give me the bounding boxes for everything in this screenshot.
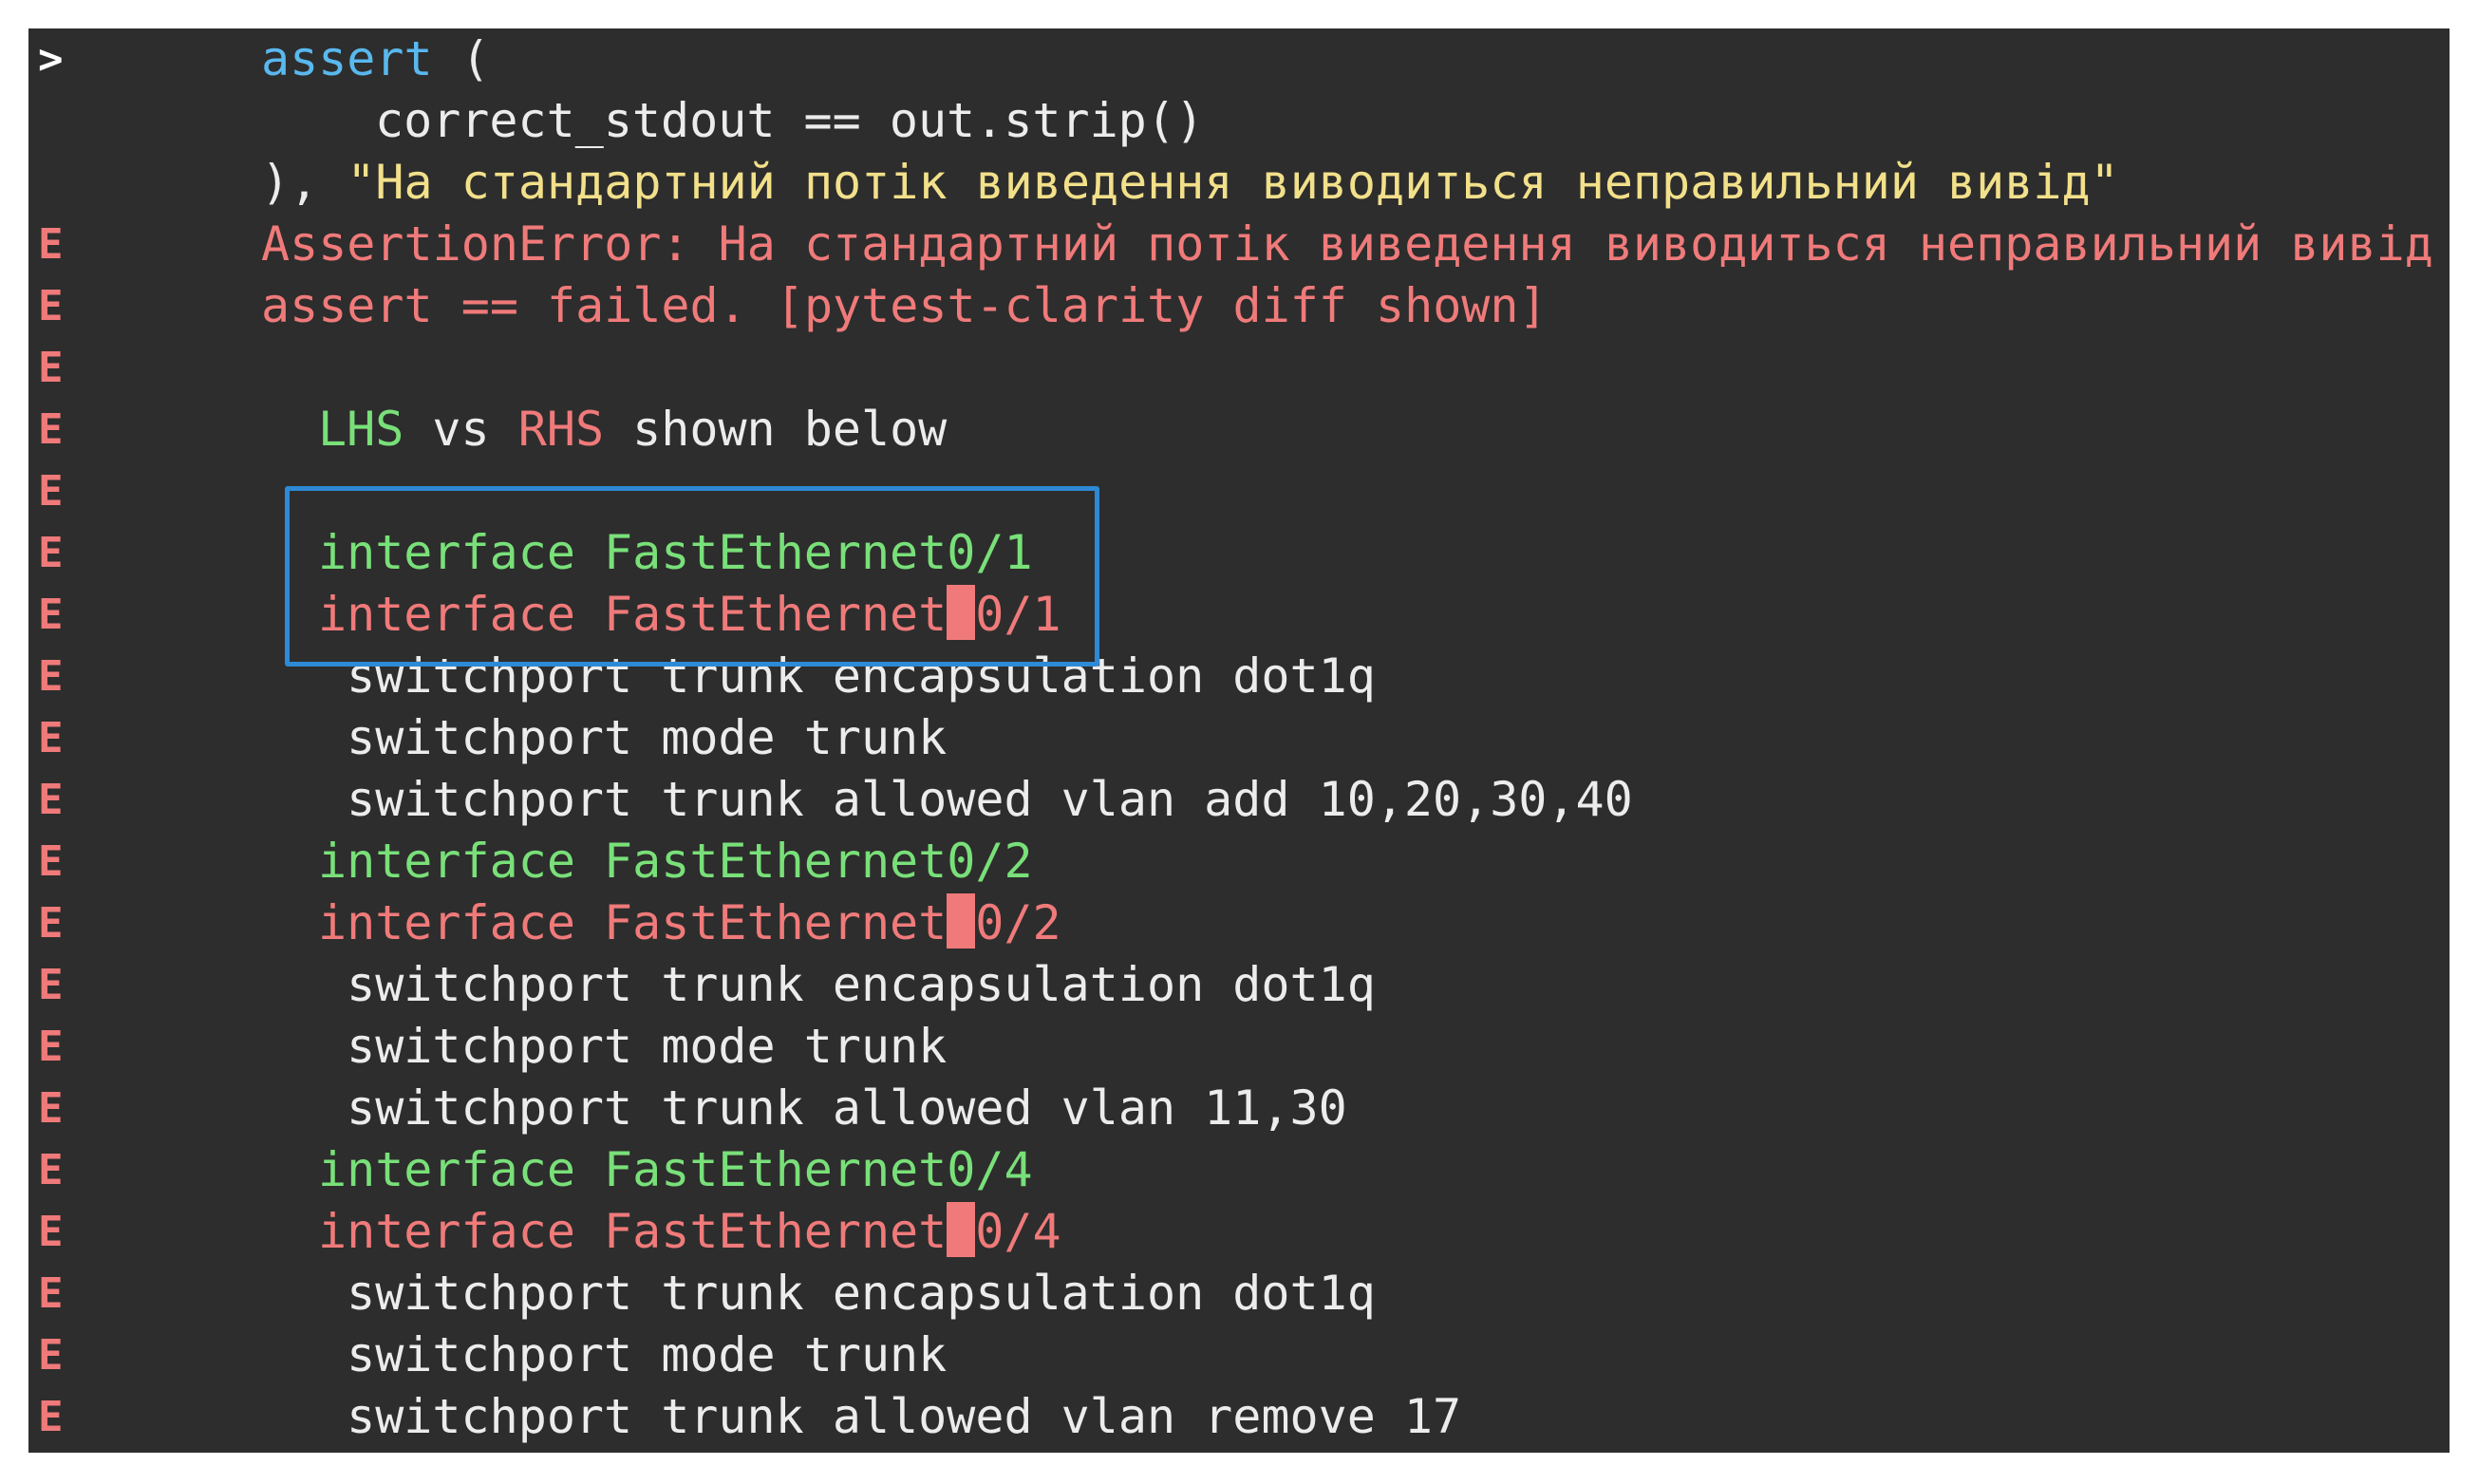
terminal-line: E switchport trunk encapsulation dot1q [28,1263,2450,1324]
error-marker: E [38,1146,64,1194]
error-marker: E [38,1208,64,1256]
line-content: interface FastEthernet 0/2 [318,892,1061,954]
line-content: switchport trunk allowed vlan add 10,20,… [318,769,1633,831]
text-segment: switchport mode trunk [318,1019,948,1074]
error-marker: E [38,1331,64,1380]
terminal-line: correct_stdout == out.strip() [28,90,2450,152]
line-content: assert ( [261,28,490,90]
diff-highlight-marker [947,1202,976,1257]
line-content: AssertionError: На стандартний потік вив… [261,214,2433,275]
text-segment: "На стандартний потік виведення виводить… [347,155,2119,210]
line-content: switchport mode trunk [318,1324,947,1386]
text-segment: switchport trunk encapsulation dot1q [318,1266,1376,1321]
error-marker: E [38,591,64,639]
highlight-annotation-box [285,486,1099,667]
error-marker: E [38,776,64,824]
terminal-output: > assert (correct_stdout == out.strip()),… [28,28,2450,1453]
line-content: assert == failed. [pytest-clarity diff s… [261,275,1548,337]
terminal-line: E switchport mode trunk [28,1324,2450,1386]
text-segment: assert == failed. [pytest-clarity diff s… [261,278,1548,333]
error-marker: E [38,652,64,701]
error-marker: E [38,405,64,454]
error-marker: E [38,220,64,269]
line-content: switchport trunk allowed vlan remove 17 [318,1386,1461,1448]
error-marker: E [38,529,64,577]
error-marker: E [38,1023,64,1071]
line-content: interface FastEthernet0/2 [318,831,1033,892]
line-content: ), "На стандартний потік виведення вивод… [261,152,2119,214]
terminal-line: E LHS vs RHS shown below [28,399,2450,460]
error-marker: E [38,899,64,948]
terminal-line: E switchport trunk allowed vlan 11,30 [28,1078,2450,1139]
line-content: correct_stdout == out.strip() [375,90,1204,152]
error-marker: E [38,467,64,516]
terminal-line: Einterface FastEthernet0/2 [28,831,2450,892]
text-segment: assert [261,31,433,86]
line-content: switchport trunk encapsulation dot1q [318,954,1376,1016]
line-content: interface FastEthernet 0/4 [318,1201,1061,1263]
error-marker: E [38,714,64,762]
text-segment: 0/4 [975,1204,1061,1259]
terminal-line: E switchport trunk allowed vlan add 10,2… [28,769,2450,831]
terminal-line: Einterface FastEthernet 0/2 [28,892,2450,954]
error-marker: E [38,344,64,392]
text-segment: shown below [604,402,948,457]
terminal-line: > assert ( [28,28,2450,90]
text-segment: interface FastEthernet [318,895,948,950]
line-content: switchport trunk allowed vlan 11,30 [318,1078,1347,1139]
text-segment: interface FastEthernet0/4 [318,1142,1033,1197]
text-segment: switchport trunk allowed vlan add 10,20,… [318,772,1633,827]
line-content: switchport trunk encapsulation dot1q [318,1263,1376,1324]
terminal-line: E switchport mode trunk [28,707,2450,769]
line-content: switchport mode trunk [318,1016,947,1078]
line-content: LHS vs RHS shown below [318,399,947,460]
terminal-line: ), "На стандартний потік виведення вивод… [28,152,2450,214]
terminal-line: E switchport trunk encapsulation dot1q [28,954,2450,1016]
terminal-line: Eassert == failed. [pytest-clarity diff … [28,275,2450,337]
error-marker: E [38,837,64,886]
prompt-marker: > [38,35,64,84]
text-segment: ), [261,155,347,210]
text-segment: switchport trunk allowed vlan remove 17 [318,1389,1462,1444]
terminal-line: E [28,337,2450,399]
terminal-line: Einterface FastEthernet0/4 [28,1139,2450,1201]
text-segment: switchport mode trunk [318,710,948,765]
text-segment: vs [404,402,518,457]
error-marker: E [38,1084,64,1133]
text-segment: switchport trunk allowed vlan 11,30 [318,1080,1347,1136]
text-segment: AssertionError: На стандартний потік вив… [261,216,2433,272]
terminal-line: E switchport trunk allowed vlan remove 1… [28,1386,2450,1448]
error-marker: E [38,282,64,330]
terminal-line: E AssertionError: На стандартний потік ви… [28,214,2450,275]
text-segment: switchport mode trunk [318,1327,948,1382]
line-content: interface FastEthernet0/4 [318,1139,1033,1201]
text-segment: correct_stdout == out.strip() [375,93,1204,148]
error-marker: E [38,1393,64,1441]
text-segment: interface FastEthernet [318,1204,948,1259]
text-segment: switchport trunk encapsulation dot1q [318,957,1376,1012]
error-marker: E [38,1269,64,1318]
terminal-line: E switchport mode trunk [28,1016,2450,1078]
text-segment: LHS [318,402,404,457]
diff-highlight-marker [947,893,976,949]
text-segment: interface FastEthernet0/2 [318,834,1033,889]
error-marker: E [38,961,64,1009]
text-segment: 0/2 [975,895,1061,950]
text-segment: RHS [517,402,605,457]
text-segment: ( [432,31,490,86]
line-content: switchport mode trunk [318,707,947,769]
terminal-line: Einterface FastEthernet 0/4 [28,1201,2450,1263]
